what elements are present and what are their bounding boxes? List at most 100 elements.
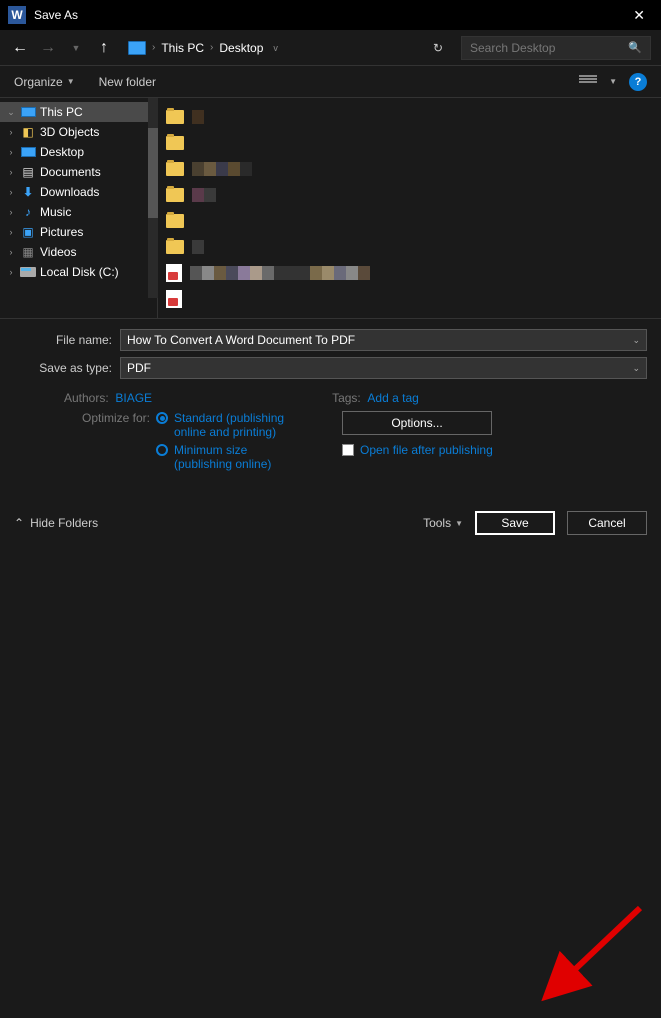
help-icon[interactable]: ? (629, 73, 647, 91)
opt-minimum-label[interactable]: Minimum size (publishing online) (174, 443, 304, 471)
list-item[interactable] (166, 264, 653, 282)
chevron-down-icon: ▼ (67, 77, 75, 86)
chevron-up-icon: ⌃ (14, 516, 24, 530)
main-pane: ⌄ This PC › ◧ 3D Objects › Desktop › ▤ D… (0, 98, 661, 318)
list-item[interactable] (166, 186, 653, 204)
tree-downloads[interactable]: › ⬇ Downloads (0, 182, 157, 202)
opt-standard-label[interactable]: Standard (publishing online and printing… (174, 411, 304, 439)
filename-label: File name: (14, 333, 120, 347)
pdf-icon (166, 264, 182, 282)
toolbar: Organize ▼ New folder ▼ ? (0, 66, 661, 98)
tree-3d-objects[interactable]: › ◧ 3D Objects (0, 122, 157, 142)
cancel-button[interactable]: Cancel (567, 511, 647, 535)
list-item[interactable] (166, 238, 653, 256)
collapse-icon[interactable]: ⌄ (6, 107, 16, 118)
tree-scrollbar[interactable] (148, 98, 158, 298)
save-button[interactable]: Save (475, 511, 555, 535)
view-options-icon[interactable] (579, 75, 597, 89)
folder-icon (166, 214, 184, 228)
tree-documents[interactable]: › ▤ Documents (0, 162, 157, 182)
window-title: Save As (34, 8, 625, 22)
word-app-icon: W (8, 6, 26, 24)
up-button[interactable]: ↑ (94, 39, 114, 57)
expand-icon[interactable]: › (6, 267, 16, 277)
bottom-bar: ⌃ Hide Folders Tools ▼ Save Cancel (0, 502, 661, 544)
tags-add[interactable]: Add a tag (367, 391, 418, 405)
address-bar[interactable]: › This PC › Desktop v ↻ (122, 41, 453, 55)
save-form: File name: How To Convert A Word Documen… (0, 318, 661, 483)
breadcrumb-sep-icon: › (152, 42, 155, 53)
filename-input[interactable]: How To Convert A Word Document To PDF ⌄ (120, 329, 647, 351)
expand-icon[interactable]: › (6, 187, 16, 197)
tree-desktop[interactable]: › Desktop (0, 142, 157, 162)
chevron-down-icon[interactable]: ▼ (609, 77, 617, 86)
tree-videos[interactable]: › ▦ Videos (0, 242, 157, 262)
pc-icon (128, 41, 146, 55)
list-item[interactable] (166, 108, 653, 126)
hide-folders-toggle[interactable]: ⌃ Hide Folders (14, 516, 98, 530)
music-icon: ♪ (20, 205, 36, 219)
expand-icon[interactable]: › (6, 147, 16, 157)
folder-icon (166, 162, 184, 176)
document-icon: ▤ (20, 165, 36, 179)
desktop-icon (21, 147, 36, 157)
file-list[interactable] (158, 98, 661, 318)
cube-icon: ◧ (20, 125, 36, 139)
optimize-label: Optimize for: (72, 411, 150, 439)
chevron-down-icon: ▼ (455, 519, 463, 528)
title-bar: W Save As ✕ (0, 0, 661, 30)
organize-menu[interactable]: Organize ▼ (14, 75, 75, 89)
list-item[interactable] (166, 212, 653, 230)
authors-value[interactable]: BIAGE (115, 391, 152, 405)
expand-icon[interactable]: › (6, 167, 16, 177)
tree-local-disk[interactable]: › Local Disk (C:) (0, 262, 157, 282)
new-folder-button[interactable]: New folder (99, 75, 156, 89)
chevron-down-icon[interactable]: ⌄ (632, 363, 640, 374)
chevron-down-icon[interactable]: v (273, 43, 278, 53)
scrollbar-thumb[interactable] (148, 128, 158, 218)
close-icon[interactable]: ✕ (625, 7, 653, 24)
tree-this-pc[interactable]: ⌄ This PC (0, 102, 157, 122)
expand-icon[interactable]: › (6, 227, 16, 237)
list-item[interactable] (166, 134, 653, 152)
breadcrumb-this-pc[interactable]: This PC (161, 41, 204, 55)
expand-icon[interactable]: › (6, 207, 16, 217)
folder-icon (166, 240, 184, 254)
expand-icon[interactable]: › (6, 127, 16, 137)
breadcrumb-desktop[interactable]: Desktop (219, 41, 263, 55)
recent-dropdown[interactable]: ▼ (66, 43, 86, 53)
expand-icon[interactable]: › (6, 247, 16, 257)
tree-pictures[interactable]: › ▣ Pictures (0, 222, 157, 242)
folder-icon (166, 110, 184, 124)
tree-music[interactable]: › ♪ Music (0, 202, 157, 222)
search-input[interactable]: Search Desktop 🔍 (461, 36, 651, 60)
nav-bar: ← → ▼ ↑ › This PC › Desktop v ↻ Search D… (0, 30, 661, 66)
chevron-down-icon[interactable]: ⌄ (632, 335, 640, 346)
forward-button[interactable]: → (38, 39, 58, 57)
openafter-label[interactable]: Open file after publishing (360, 443, 493, 457)
pictures-icon: ▣ (20, 225, 36, 239)
folder-icon (166, 136, 184, 150)
search-icon: 🔍 (628, 41, 642, 54)
pdf-icon (166, 290, 182, 308)
saveastype-select[interactable]: PDF ⌄ (120, 357, 647, 379)
authors-label: Authors: (64, 391, 109, 405)
tools-menu[interactable]: Tools ▼ (423, 516, 463, 530)
folder-icon (166, 188, 184, 202)
radio-standard[interactable] (156, 412, 168, 424)
options-button[interactable]: Options... (342, 411, 492, 435)
tags-label: Tags: (332, 391, 361, 405)
search-placeholder: Search Desktop (470, 41, 555, 55)
saveastype-label: Save as type: (14, 361, 120, 375)
back-button[interactable]: ← (10, 39, 30, 57)
nav-tree: ⌄ This PC › ◧ 3D Objects › Desktop › ▤ D… (0, 98, 158, 318)
list-item[interactable] (166, 290, 653, 308)
radio-minimum[interactable] (156, 444, 168, 456)
pc-icon (21, 107, 36, 117)
refresh-icon[interactable]: ↻ (433, 41, 443, 55)
download-icon: ⬇ (20, 185, 36, 199)
disk-icon (20, 267, 36, 277)
list-item[interactable] (166, 160, 653, 178)
openafter-checkbox[interactable] (342, 444, 354, 456)
breadcrumb-sep-icon: › (210, 42, 213, 53)
